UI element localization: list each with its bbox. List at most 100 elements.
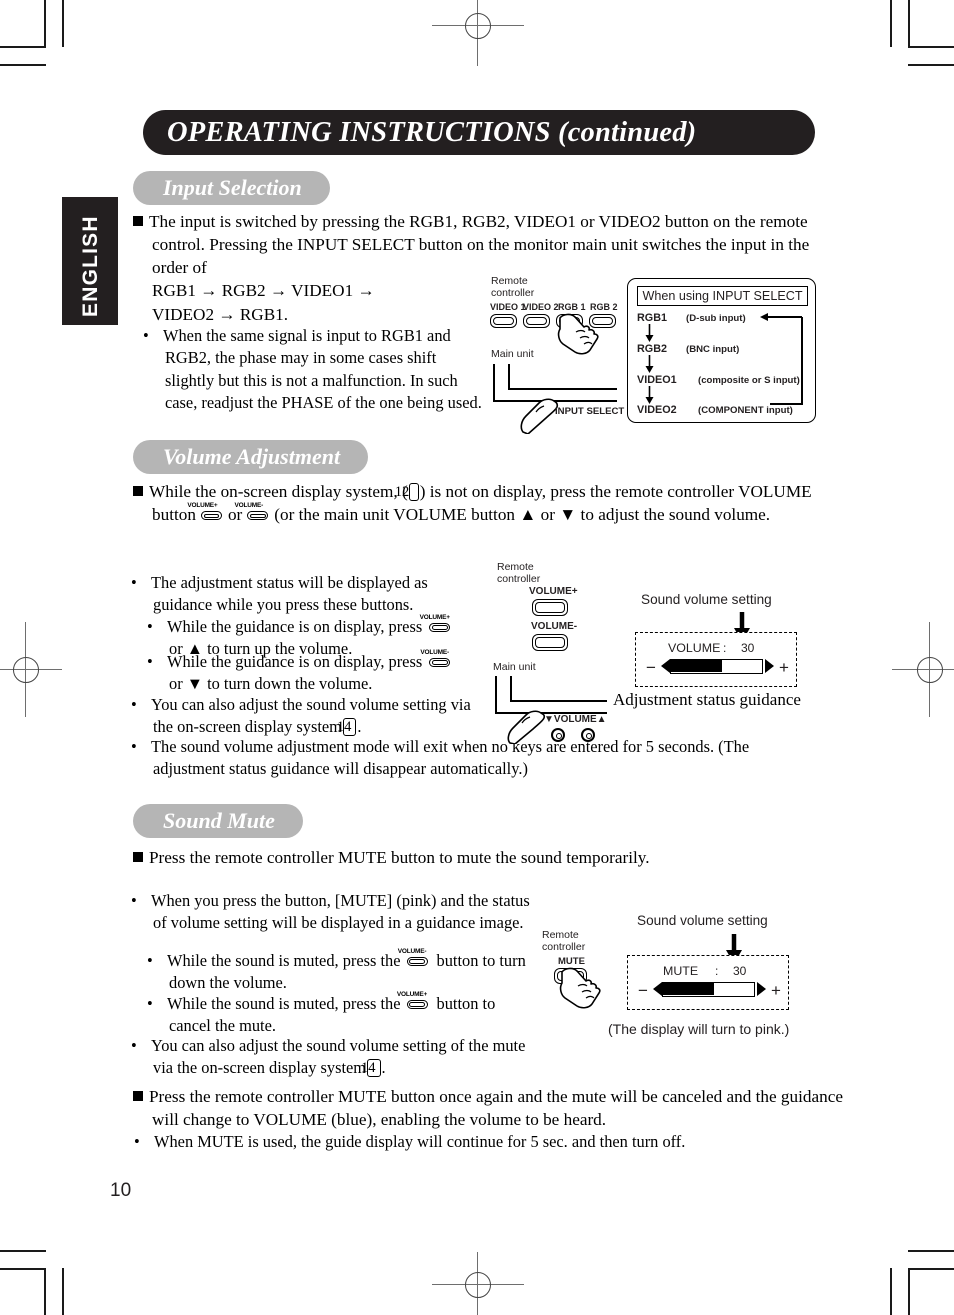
- volume-text-part1: While the on-screen display system, (: [149, 482, 408, 501]
- crop-mark-tr-v: [908, 0, 910, 47]
- volume-adjustment-paragraph: While the on-screen display system, (12)…: [133, 480, 833, 526]
- input-order-line-2: VIDEO2 → RGB1.: [152, 305, 289, 324]
- remote-button-video1[interactable]: [490, 314, 517, 328]
- figure-mute-remote: Remote controller MUTE: [540, 929, 630, 1010]
- volume-bullet-4: • You can also adjust the sound volume se…: [131, 695, 471, 737]
- page-ref-12[interactable]: 12: [395, 483, 419, 501]
- input-selection-paragraph: The input is switched by pressing the RG…: [133, 210, 823, 280]
- registration-mark-right: [892, 622, 954, 717]
- dot-bullet-icon-m2: •: [147, 951, 153, 970]
- registration-mark-top: [432, 0, 524, 66]
- mute-osd-colon: :: [715, 964, 719, 978]
- mute-gauge[interactable]: [662, 982, 755, 997]
- input-selection-note-text: When the same signal is input to RGB1 an…: [163, 326, 482, 413]
- crop-mark-br2-h: [908, 1250, 954, 1252]
- dot-bullet-icon-m3: •: [147, 994, 153, 1013]
- remote-controller-label: Remote controller: [491, 275, 535, 299]
- mute-osd-label: MUTE: [663, 964, 699, 978]
- page-number: 10: [110, 1180, 132, 1201]
- section-heading-input-selection: Input Selection: [133, 171, 330, 205]
- square-bullet-icon-closing: [133, 1091, 143, 1101]
- mute-bullet-1: • When you press the button, [MUTE] (pink…: [131, 890, 540, 935]
- volume-plus-button-icon-2[interactable]: VOLUME+: [420, 614, 454, 636]
- hand-pointer-icon: [557, 313, 599, 355]
- volume-sound-setting-caption: Sound volume setting: [641, 592, 772, 607]
- isel-name-rgb2: RGB2: [637, 343, 667, 355]
- remote-button-label-rgb1: RGB 1: [558, 302, 586, 312]
- volume-adjustment-status-caption: Adjustment status guidance: [613, 690, 801, 709]
- remote-button-video2[interactable]: [523, 314, 550, 328]
- input-select-order-box-title: When using INPUT SELECT: [637, 286, 808, 306]
- volume-minus-button[interactable]: [532, 634, 568, 651]
- volume-minus-button-icon[interactable]: VOLUME-: [234, 502, 272, 524]
- registration-mark-bottom: [432, 1252, 524, 1315]
- volume-gauge-fill: [671, 660, 722, 672]
- volume-gauge[interactable]: [670, 659, 763, 674]
- mute-bullet-3: • While the sound is muted, press the VOLU…: [147, 991, 536, 1038]
- mute-osd-left-triangle: [653, 982, 662, 996]
- square-bullet-icon-mute: [133, 852, 143, 862]
- isel-loop-arrow: [760, 313, 803, 405]
- mute-bullet-4-text: You can also adjust the sound volume set…: [151, 1036, 526, 1078]
- input-select-label: INPUT SELECT: [555, 406, 625, 417]
- mute-bullet-4: • You can also adjust the sound volume se…: [131, 1036, 526, 1078]
- volume-down-knob[interactable]: [551, 728, 565, 742]
- volume-bullet-3-text-cont: or ▼ to turn down the volume.: [169, 674, 373, 694]
- dot-bullet-icon: •: [143, 326, 149, 345]
- mute-bullet-2-text: While the sound is muted, press the: [167, 951, 401, 970]
- volume-main-unit-v2: [510, 676, 512, 702]
- page-ref-14b[interactable]: 14: [361, 1059, 381, 1078]
- isel-desc-rgb2: (BNC input): [686, 344, 740, 355]
- section-heading-input-selection-label: Input Selection: [163, 175, 302, 200]
- language-tab-label: ENGLISH: [79, 215, 102, 317]
- document-page: ENGLISH OPERATING INSTRUCTIONS (continue…: [0, 0, 954, 1315]
- input-selection-order-line2: VIDEO2 → RGB1.: [152, 303, 472, 326]
- dot-bullet-icon-m1: •: [131, 891, 137, 910]
- input-order-line-1: RGB1 → RGB2 → VIDEO1 →: [152, 281, 375, 300]
- registration-mark-left: [0, 622, 62, 717]
- mute-bullet-1-text: When you press the button, [MUTE] (pink)…: [151, 891, 530, 933]
- volume-bullet-1: • The adjustment status will be displayed…: [131, 572, 480, 617]
- dot-bullet-icon-closing: •: [134, 1132, 140, 1151]
- volume-remote-controller-label: Remote controller: [497, 561, 541, 585]
- hand-pointer-icon-volume: [507, 710, 546, 744]
- crop-mark-tr2-v: [890, 0, 892, 47]
- main-unit-outline-v1: [493, 364, 495, 402]
- mute-gauge-fill: [663, 983, 714, 995]
- square-bullet-icon: [133, 216, 143, 226]
- volume-plus-button-icon[interactable]: VOLUME+: [187, 502, 226, 524]
- mute-osd-minus-sign: −: [638, 981, 648, 1000]
- volume-bullet-3: • While the guidance is on display, press…: [147, 649, 496, 696]
- volume-bullet-5: • The sound volume adjustment mode will e…: [131, 736, 800, 781]
- crop-mark-br2-v: [890, 1268, 892, 1315]
- page-ref-14[interactable]: 14: [337, 718, 357, 737]
- volume-up-knob[interactable]: [581, 728, 595, 742]
- remote-button-label-video2: VIDEO 2: [523, 302, 559, 312]
- crop-mark-bl2-h: [0, 1250, 46, 1252]
- volume-plus-button-icon-3[interactable]: VOLUME+: [397, 991, 432, 1013]
- main-unit-label: Main unit: [491, 348, 534, 360]
- crop-mark-tr-h: [908, 46, 954, 48]
- crop-mark-br-h: [908, 1268, 954, 1270]
- language-tab: ENGLISH: [62, 197, 118, 325]
- volume-osd-left-triangle: [661, 659, 670, 673]
- volume-osd-plus-sign: +: [779, 658, 789, 677]
- volume-main-unit-v1: [495, 676, 497, 714]
- mute-remote-controller-label: Remote controller: [542, 929, 586, 953]
- volume-osd-minus-sign: −: [646, 658, 656, 677]
- volume-minus-button-icon-3[interactable]: VOLUME-: [398, 948, 432, 970]
- isel-name-rgb1: RGB1: [637, 312, 667, 324]
- volume-osd-right-triangle: [765, 659, 774, 673]
- volume-plus-button[interactable]: [532, 599, 568, 616]
- main-unit-outline-v2: [508, 364, 510, 390]
- remote-button-label-rgb2: RGB 2: [590, 302, 618, 312]
- volume-bullet-4-text: You can also adjust the sound volume set…: [151, 695, 471, 737]
- dot-bullet-icon-m4: •: [131, 1036, 137, 1055]
- hand-pointer-icon-mute: [559, 967, 601, 1009]
- section-heading-sound-mute-label: Sound Mute: [163, 808, 275, 833]
- volume-minus-button-icon-2[interactable]: VOLUME-: [420, 649, 454, 671]
- crop-mark-bl2-v: [62, 1268, 64, 1315]
- figure-volume-remote: Remote controller VOLUME+ VOLUME- Main u…: [491, 561, 621, 752]
- volume-osd-colon: :: [723, 641, 727, 655]
- sound-mute-paragraph: Press the remote controller MUTE button …: [133, 846, 833, 869]
